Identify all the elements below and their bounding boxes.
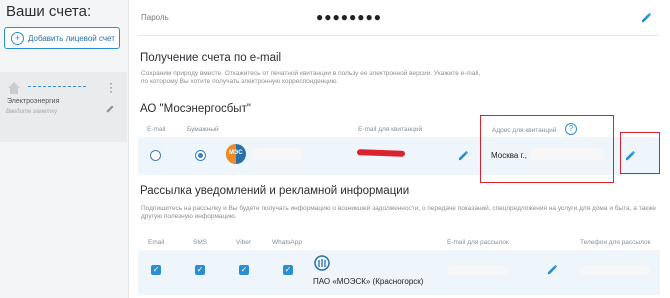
col-whatsapp: WhatsApp (272, 239, 302, 246)
col-receipt-email: E-mail для квитанций (358, 126, 423, 133)
col-mail-address: E-mail для рассылок (447, 239, 509, 246)
edit-password-icon[interactable] (641, 12, 652, 23)
house-icon (8, 82, 20, 94)
email-section-title: Получение счета по e-mail (140, 52, 282, 64)
col-sms: SMS (193, 239, 208, 246)
email-checkbox[interactable]: ✓ (151, 265, 161, 275)
add-account-label: Добавить лицевой счет (28, 33, 115, 43)
account-service: Электроэнергия (7, 98, 60, 105)
email-section-description: Сохраним природу вместе. Откажитесь от п… (141, 70, 481, 85)
email-radio[interactable] (150, 150, 161, 161)
edit-receipt-email-icon[interactable] (458, 150, 469, 161)
col-email: E-mail (147, 126, 166, 133)
account-note-input[interactable]: Введите заметку (6, 109, 57, 115)
plus-icon: + (11, 31, 24, 45)
col-paper: Бумажный (187, 126, 219, 133)
edit-note-icon[interactable] (106, 104, 115, 113)
edit-address-icon[interactable] (625, 150, 636, 161)
col-phone: Телефон для рассылок (580, 239, 651, 246)
more-icon[interactable]: · · · (108, 77, 114, 97)
mes-title: АО "Мосэнергосбыт" (140, 103, 251, 115)
sidebar-title: Ваши счета: (6, 3, 92, 20)
mailing-section-title: Рассылка уведомлений и рекламной информа… (140, 185, 410, 197)
password-label: Пароль (141, 13, 169, 22)
phone-redacted (580, 266, 650, 275)
address-value: Москва г., (491, 151, 527, 160)
col-viber: Viber (236, 239, 252, 246)
address-redacted (530, 148, 604, 160)
account-number-masked (28, 86, 86, 87)
edit-mail-email-icon[interactable] (547, 264, 558, 275)
col-mail-email: Email (148, 239, 165, 246)
mes-logo: МЭС (226, 144, 246, 164)
mail-email-redacted (448, 266, 508, 275)
paper-radio[interactable] (195, 150, 206, 161)
add-account-button[interactable]: + Добавить лицевой счет (4, 27, 120, 49)
sms-checkbox[interactable]: ✓ (195, 265, 205, 275)
viber-checkbox[interactable]: ✓ (239, 265, 249, 275)
mailing-section-description: Подпишитесь на рассылку и Вы будете полу… (141, 205, 657, 220)
password-value: ●●●●●●●● (316, 10, 382, 24)
divider (138, 35, 660, 36)
company-name: ПАО «МОЭСК» (Красногорск) (313, 277, 424, 286)
whatsapp-checkbox[interactable]: ✓ (283, 265, 293, 275)
moesk-logo (314, 255, 330, 271)
account-name-redacted (252, 148, 302, 160)
